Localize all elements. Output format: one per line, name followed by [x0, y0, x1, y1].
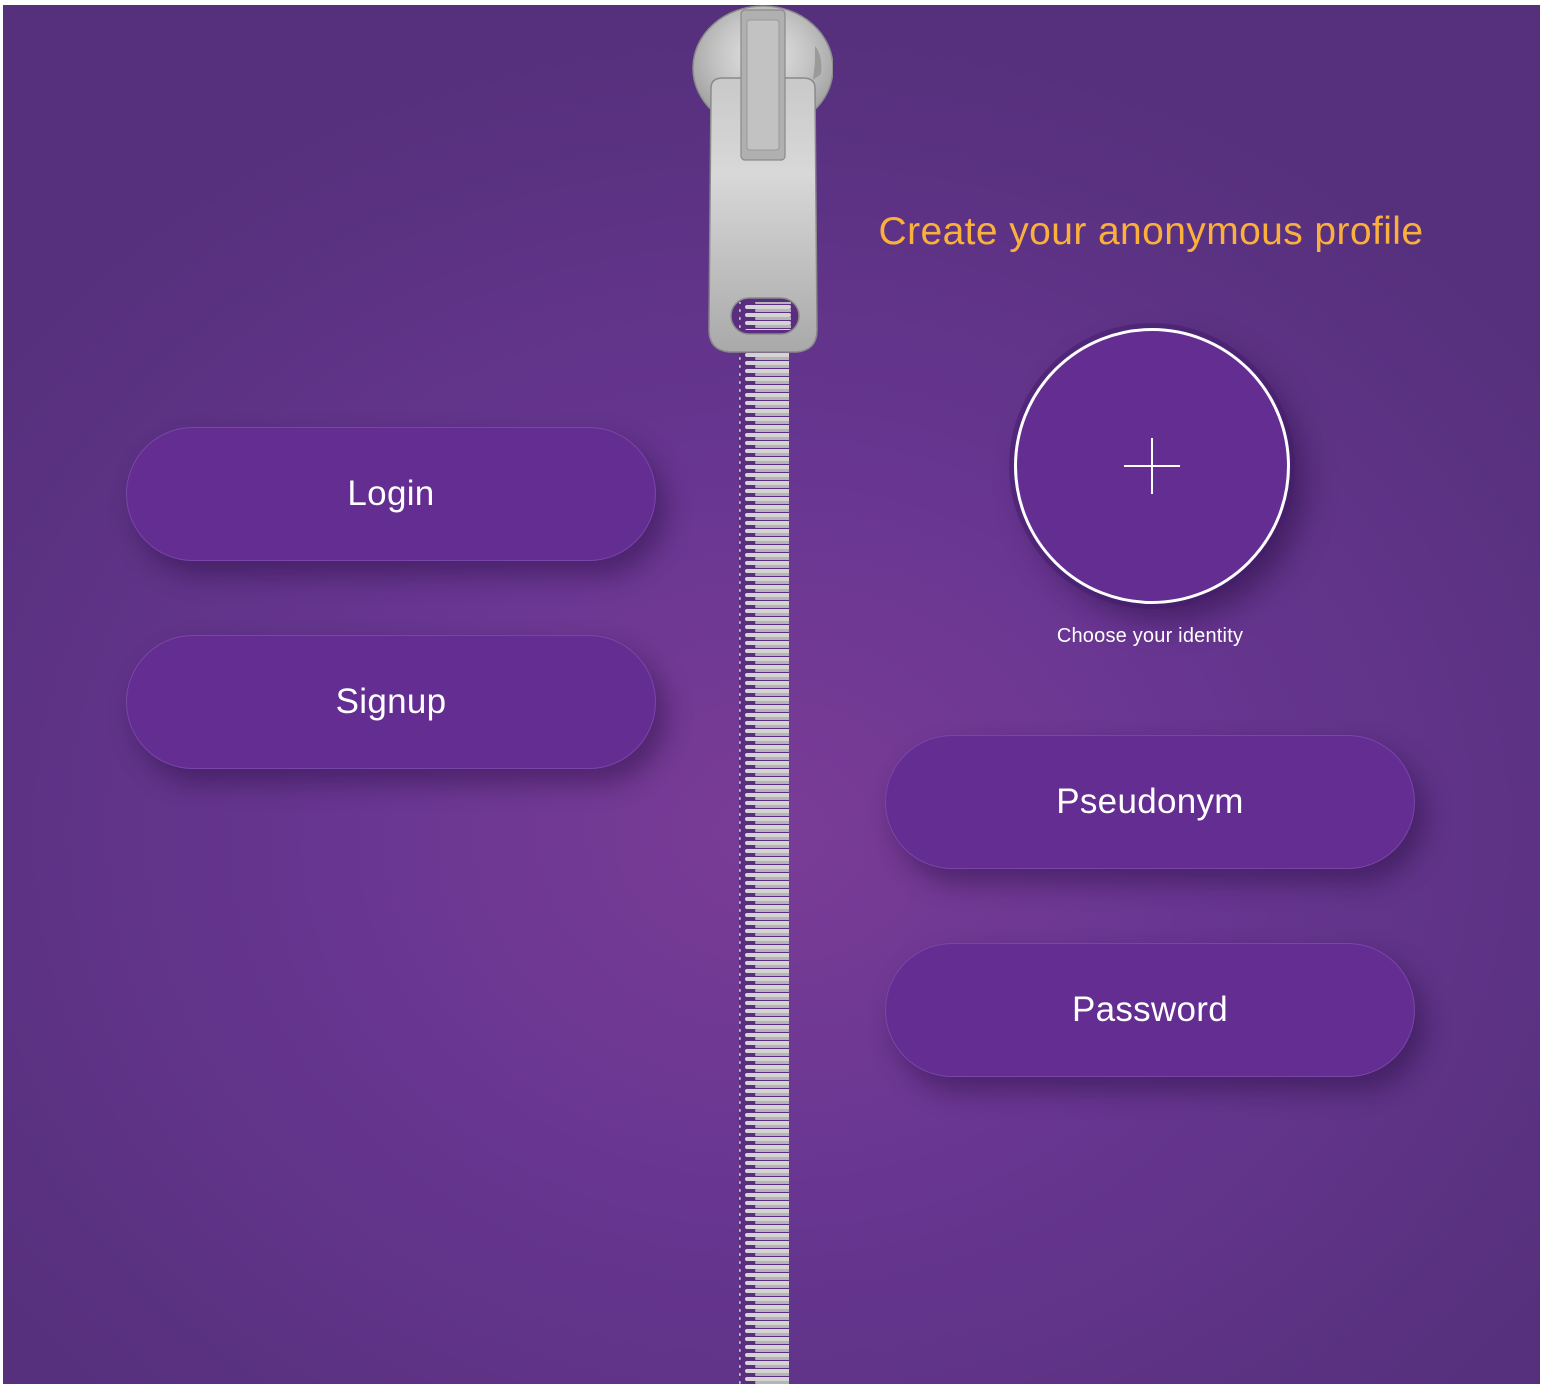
login-button[interactable]: Login	[126, 427, 656, 561]
pseudonym-field[interactable]: Pseudonym	[885, 735, 1415, 869]
choose-identity-button[interactable]	[1014, 328, 1290, 604]
login-button-label: Login	[347, 474, 435, 513]
app-background: Login Signup Create your anonymous profi…	[3, 5, 1540, 1384]
page-title: Create your anonymous profile	[878, 210, 1424, 253]
zipper-decoration	[692, 5, 833, 1384]
pseudonym-label: Pseudonym	[1056, 782, 1244, 821]
avatar-caption: Choose your identity	[1056, 625, 1244, 647]
password-field[interactable]: Password	[885, 943, 1415, 1077]
signup-button[interactable]: Signup	[126, 635, 656, 769]
plus-icon	[1124, 438, 1180, 494]
password-label: Password	[1071, 990, 1229, 1029]
signup-button-label: Signup	[335, 682, 447, 721]
